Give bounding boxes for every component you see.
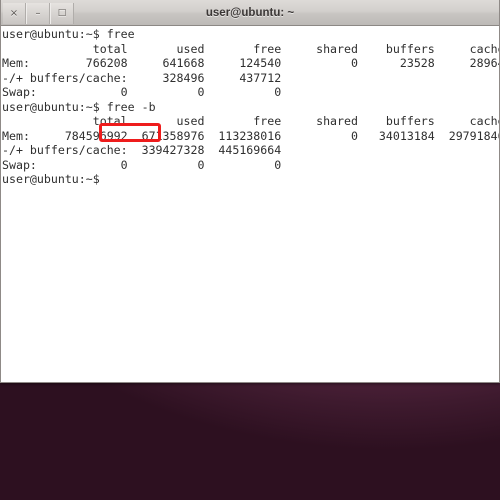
window-titlebar[interactable]: × – □ user@ubuntu: ~ xyxy=(1,0,499,26)
screen: × – □ user@ubuntu: ~ user@ubuntu:~$ free… xyxy=(0,0,500,500)
window-title: user@ubuntu: ~ xyxy=(205,7,295,19)
terminal-output-area[interactable]: user@ubuntu:~$ free total used free shar… xyxy=(1,26,499,381)
terminal-text: user@ubuntu:~$ free total used free shar… xyxy=(2,27,499,186)
terminal-window: × – □ user@ubuntu: ~ user@ubuntu:~$ free… xyxy=(0,0,500,383)
